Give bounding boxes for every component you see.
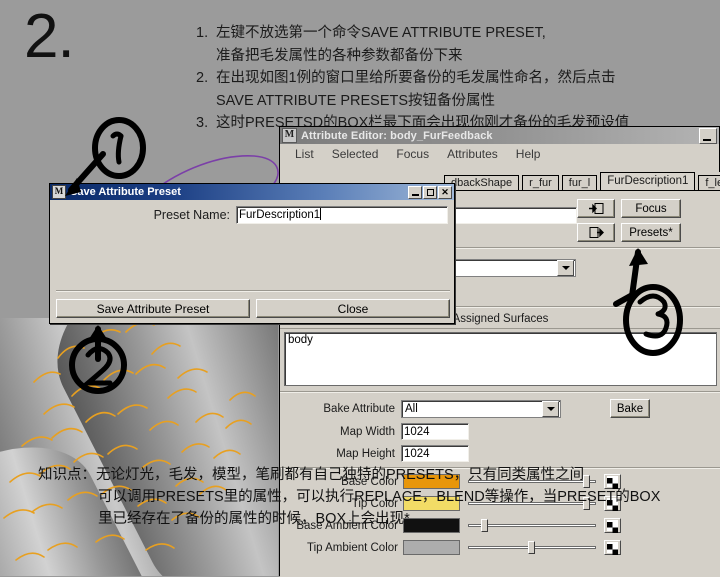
base-color-map-button[interactable] [604, 474, 621, 489]
chevron-down-icon[interactable] [542, 400, 559, 417]
tip-color-map-button[interactable] [604, 496, 621, 511]
menu-item-list[interactable]: List [286, 145, 323, 163]
save-attribute-preset-button[interactable]: Save Attribute Preset [56, 299, 250, 318]
base-ambient-color-label: Base Ambient Color [296, 519, 398, 532]
map-height-label: Map Height [336, 447, 395, 460]
tab-fur-l[interactable]: fur_l [561, 175, 598, 191]
instruction-number: 1. [196, 25, 209, 41]
instruction-text: 在出现如图1例的窗口里给所要备份的毛发属性命名，然后点击 SAVE ATTRIBU… [216, 70, 616, 109]
attribute-editor-titlebar[interactable]: M Attribute Editor: body_FurFeedback [280, 127, 719, 144]
assigned-surfaces-list[interactable]: body [284, 332, 717, 386]
tip-color-slider[interactable] [468, 497, 596, 510]
minimize-button[interactable] [408, 185, 422, 199]
presets-button[interactable]: Presets* [621, 223, 681, 242]
divider [280, 468, 720, 469]
menu-item-selected[interactable]: Selected [323, 145, 388, 163]
map-height-field[interactable]: 1024 [401, 445, 469, 462]
base-ambient-color-map-button[interactable] [604, 518, 621, 533]
tip-ambient-color-label: Tip Ambient Color [307, 541, 398, 554]
chevron-down-icon[interactable] [557, 260, 574, 276]
base-color-slider[interactable] [468, 475, 596, 488]
bake-button[interactable]: Bake [610, 399, 650, 418]
menu-item-focus[interactable]: Focus [387, 145, 438, 163]
maya-m-icon: M [52, 185, 66, 199]
slider-handle[interactable] [583, 475, 591, 488]
text-caret [320, 208, 322, 220]
dialog-titlebar[interactable]: M Save Attribute Preset ✕ [50, 184, 454, 200]
bake-attribute-label: Bake Attribute [323, 402, 395, 415]
fur-strands [3, 321, 256, 561]
dialog-title: Save Attribute Preset [70, 186, 181, 198]
bake-attribute-value: All [405, 402, 418, 415]
list-item[interactable]: body [285, 333, 716, 347]
base-ambient-color-swatch[interactable] [403, 518, 460, 533]
instruction-item-2: 2. 在出现如图1例的窗口里给所要备份的毛发属性命名，然后点击 SAVE ATTR… [196, 67, 716, 112]
tip-ambient-color-slider[interactable] [468, 541, 596, 554]
map-width-field[interactable]: 1024 [401, 423, 469, 440]
slider-track [468, 480, 596, 483]
divider [280, 392, 720, 393]
checker-icon [607, 542, 618, 555]
tip-color-swatch[interactable] [403, 496, 460, 511]
preset-name-value: FurDescription1 [239, 209, 321, 221]
slider-handle[interactable] [480, 519, 488, 532]
base-color-swatch[interactable] [403, 474, 460, 489]
map-width-label: Map Width [340, 425, 395, 438]
maximize-button[interactable] [423, 185, 437, 199]
menu-item-help[interactable]: Help [507, 145, 550, 163]
tip-ambient-color-swatch[interactable] [403, 540, 460, 555]
bake-attribute-dropdown[interactable]: All [401, 399, 561, 418]
attribute-editor-menubar[interactable]: List Selected Focus Attributes Help [280, 144, 719, 164]
divider [56, 291, 450, 292]
instruction-number: 3. [196, 115, 209, 131]
base-color-label: Base Color [341, 475, 398, 488]
preset-name-label: Preset Name: [153, 208, 230, 222]
minimize-button[interactable] [699, 127, 717, 144]
arrow-into-box-icon[interactable] [577, 199, 615, 218]
instruction-text: 左键不放选第一个命令SAVE ATTRIBUTE PRESET, 准备把毛发属性的… [216, 25, 546, 64]
menu-item-attributes[interactable]: Attributes [438, 145, 507, 163]
step-numeral: 2. [24, 2, 75, 71]
tip-color-label: Tip Color [351, 497, 398, 510]
maya-m-icon: M [282, 128, 297, 143]
instruction-number: 2. [196, 70, 209, 86]
instruction-list: 1. 左键不放选第一个命令SAVE ATTRIBUTE PRESET, 准备把毛发… [196, 22, 716, 135]
tab-f-len[interactable]: f_len [698, 175, 720, 191]
checker-icon [607, 498, 618, 511]
tip-ambient-color-map-button[interactable] [604, 540, 621, 555]
checker-icon [607, 476, 618, 489]
close-button[interactable]: Close [256, 299, 450, 318]
checker-icon [607, 520, 618, 533]
close-icon[interactable]: ✕ [438, 185, 452, 199]
slider-handle[interactable] [583, 497, 591, 510]
focus-button[interactable]: Focus [621, 199, 681, 218]
arrow-out-of-box-icon[interactable] [577, 223, 615, 242]
slider-track [468, 502, 596, 505]
tab-r-fur[interactable]: r_fur [522, 175, 559, 191]
instruction-item-1: 1. 左键不放选第一个命令SAVE ATTRIBUTE PRESET, 准备把毛发… [196, 22, 716, 67]
attribute-editor-title: Attribute Editor: body_FurFeedback [301, 129, 493, 142]
slider-handle[interactable] [528, 541, 535, 554]
save-attribute-preset-dialog[interactable]: M Save Attribute Preset ✕ Preset Name: F… [49, 183, 455, 324]
tab-furdescription1[interactable]: FurDescription1 [600, 172, 696, 191]
base-ambient-color-slider[interactable] [468, 519, 596, 532]
tab-dbackshape[interactable]: dbackShape [444, 175, 520, 191]
divider [280, 328, 720, 329]
preset-name-input[interactable]: FurDescription1 [236, 206, 448, 224]
maya-3d-viewport[interactable] [0, 318, 278, 576]
